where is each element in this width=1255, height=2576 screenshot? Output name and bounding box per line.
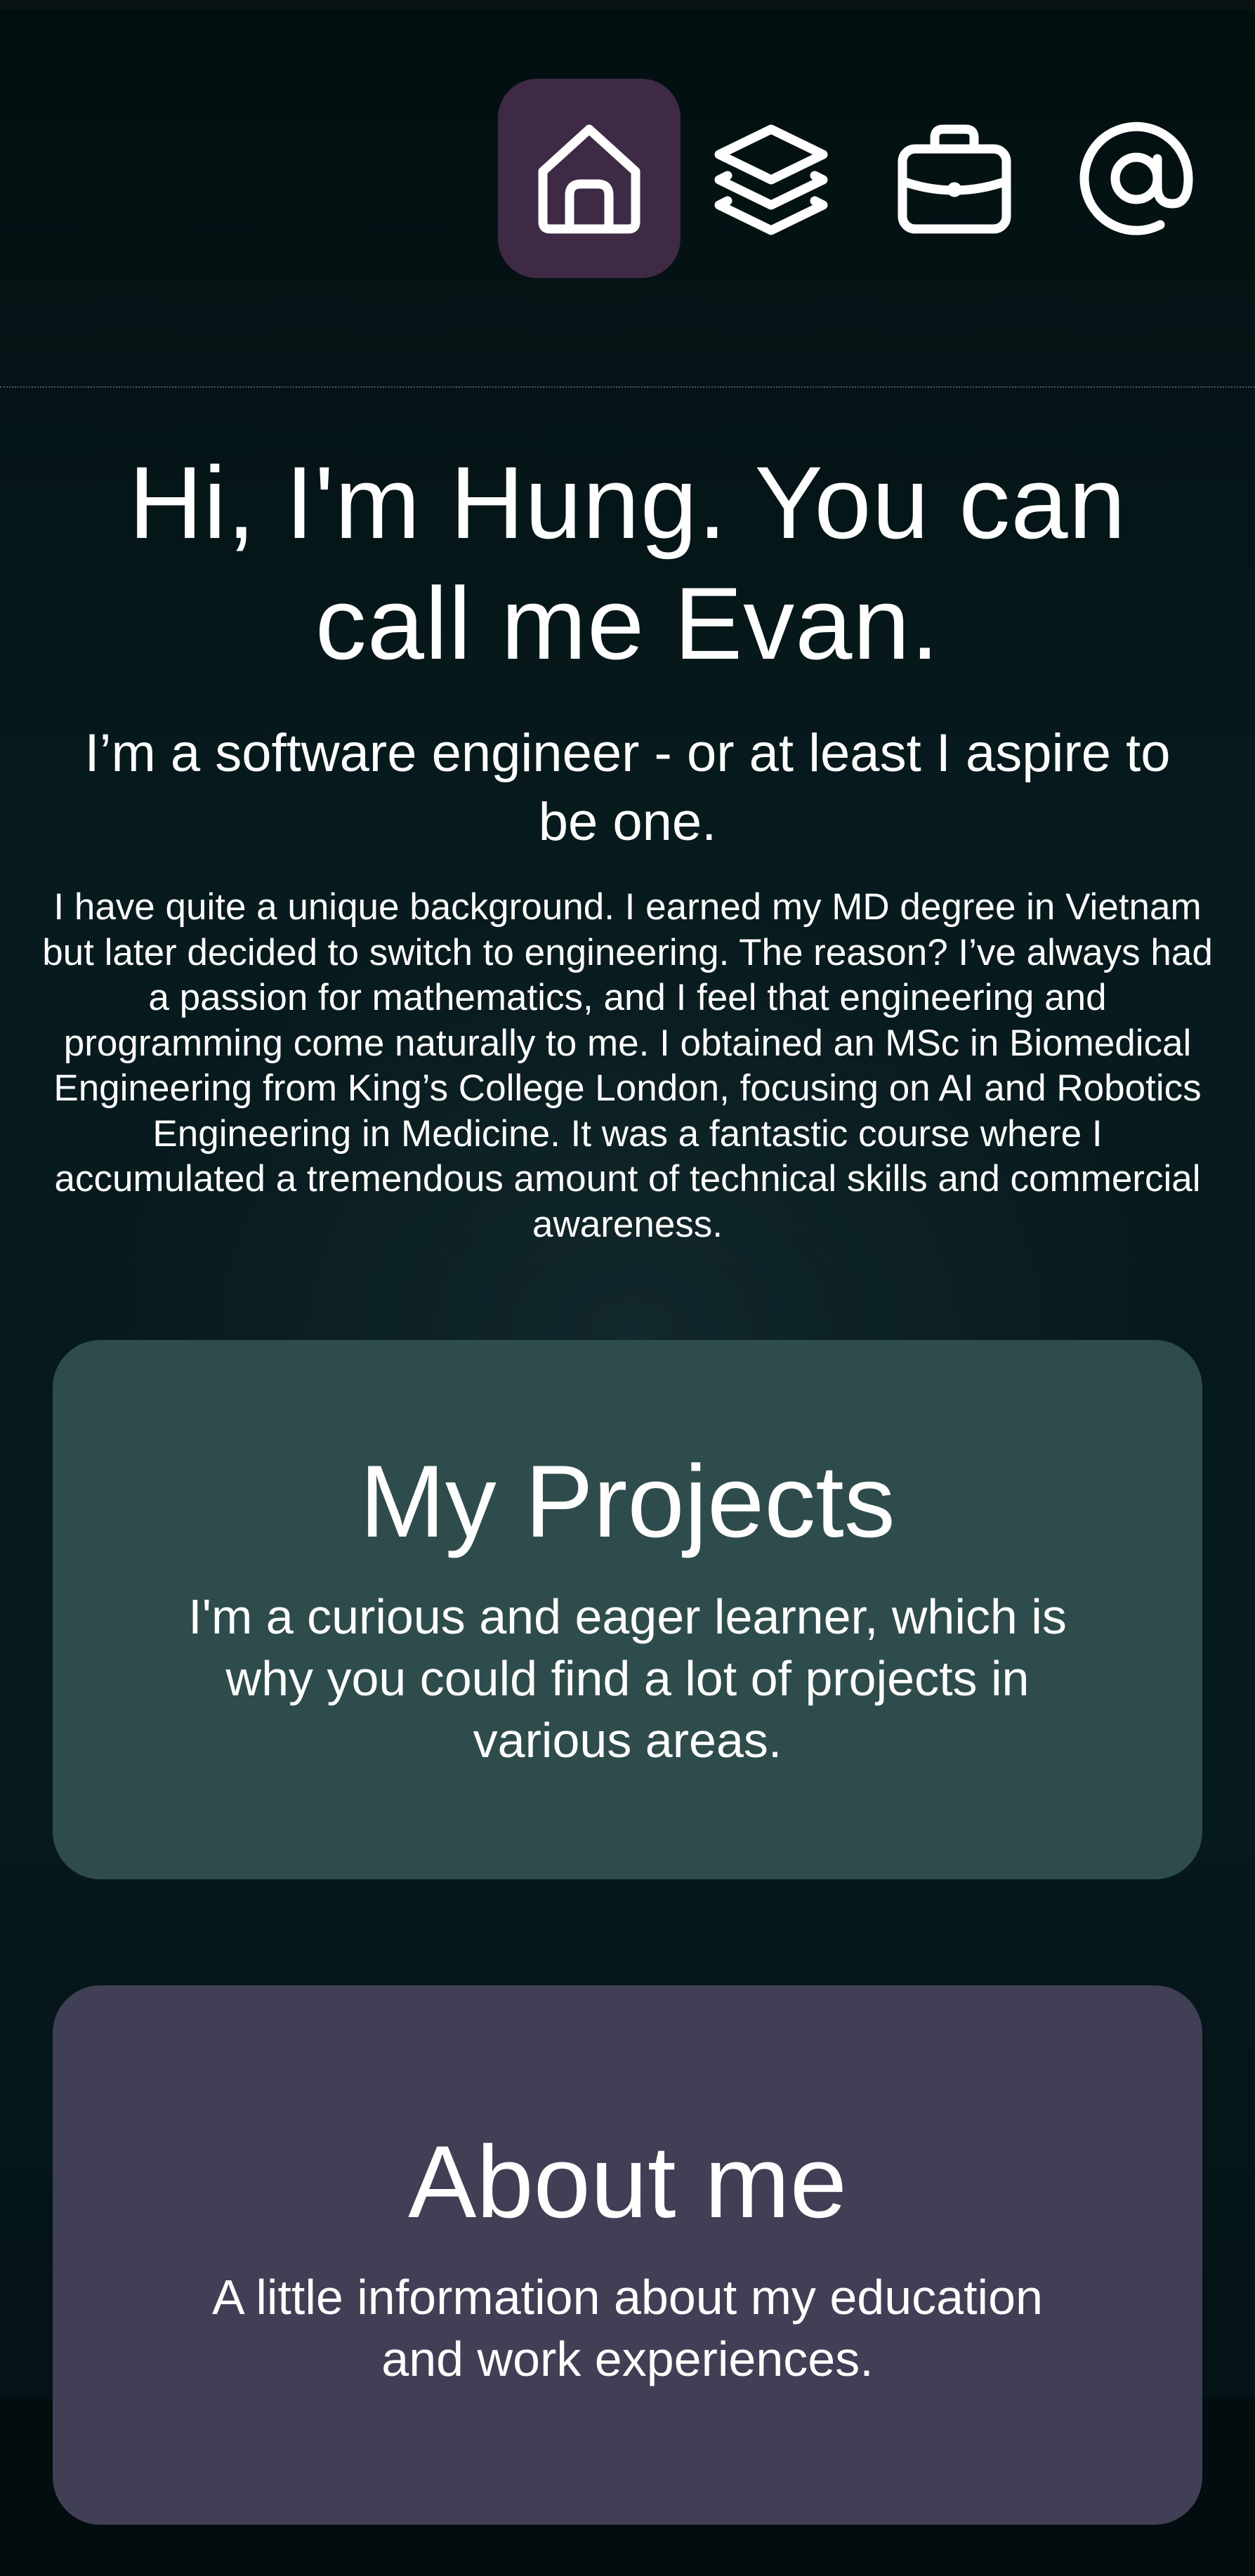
nav-projects-button[interactable]	[680, 79, 862, 278]
nav-contact-button[interactable]	[1045, 79, 1228, 278]
about-card[interactable]: About me A little information about my e…	[53, 1985, 1202, 2525]
projects-card-text: I'm a curious and eager learner, which i…	[188, 1589, 1067, 1768]
home-icon	[538, 124, 640, 234]
hero-subtitle: I’m a software engineer - or at least I …	[84, 723, 1171, 852]
hero-title: Hi, I'm Hung. You can call me Evan.	[129, 445, 1126, 681]
briefcase-icon	[898, 124, 1011, 234]
hero-section: Hi, I'm Hung. You can call me Evan. I’m …	[42, 442, 1213, 1247]
projects-card-title: My Projects	[360, 1444, 895, 1558]
at-sign-icon	[1079, 121, 1193, 235]
projects-card[interactable]: My Projects I'm a curious and eager lear…	[53, 1340, 1202, 1879]
about-card-title: About me	[408, 2124, 847, 2239]
layers-icon	[714, 124, 828, 235]
nav-home-button[interactable]	[498, 79, 681, 278]
hero-bio: I have quite a unique background. I earn…	[42, 886, 1213, 1245]
about-card-text: A little information about my education …	[212, 2270, 1043, 2386]
top-navigation	[0, 0, 1255, 388]
nav-work-button[interactable]	[863, 79, 1046, 278]
